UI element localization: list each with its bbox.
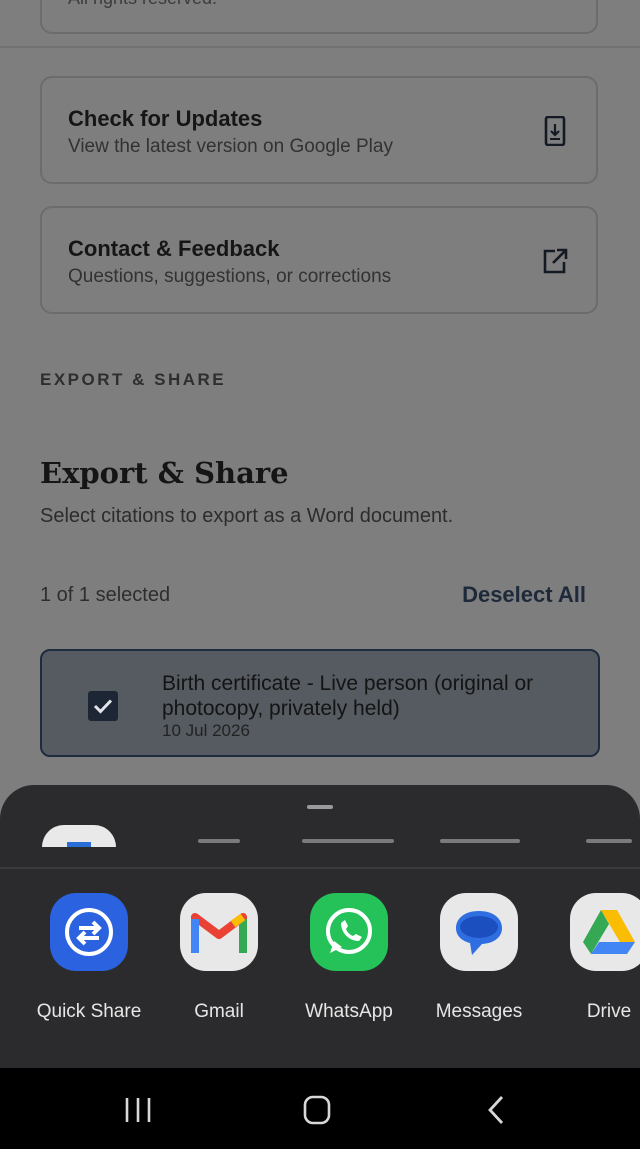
home-icon[interactable] [297, 1094, 337, 1126]
quick-share-icon [50, 893, 128, 971]
card-subtitle: View the latest version on Google Play [68, 136, 393, 157]
drive-icon [570, 893, 640, 971]
card-title: Contact & Feedback [68, 236, 280, 261]
share-app-label: WhatsApp [305, 1001, 393, 1022]
card-subtitle: Questions, suggestions, or corrections [68, 266, 392, 287]
citation-date: 10 Jul 2026 [162, 721, 250, 740]
card-title: Check for Updates [68, 106, 263, 131]
partial-label [302, 839, 394, 843]
share-app-label: Messages [435, 1001, 523, 1022]
partial-label [440, 839, 520, 843]
app-screen: All rights reserved. Check for Updates V… [0, 0, 640, 1149]
share-app-label: Quick Share [36, 1001, 142, 1022]
whatsapp-icon [310, 893, 388, 971]
share-app-label: Drive [586, 1001, 632, 1022]
deselect-all-button[interactable]: Deselect All [462, 582, 586, 608]
copyright-text: All rights reserved. [68, 0, 217, 9]
export-description: Select citations to export as a Word doc… [40, 505, 454, 527]
about-card: All rights reserved. [40, 0, 598, 34]
citation-checkbox[interactable] [88, 691, 118, 721]
citation-title: Birth certificate - Live person (origina… [162, 672, 534, 720]
citation-item[interactable]: Birth certificate - Live person (origina… [40, 649, 600, 757]
contact-feedback-card[interactable]: Contact & Feedback Questions, suggestion… [40, 206, 598, 314]
share-sheet: Quick Share Gmail WhatsApp Messages Driv… [0, 785, 640, 1075]
phone-download-icon [544, 116, 566, 146]
divider [0, 867, 640, 869]
direct-share-row [0, 821, 640, 847]
drag-handle[interactable] [307, 805, 333, 809]
selected-count: 1 of 1 selected [40, 584, 171, 606]
system-navigation-bar [0, 1068, 640, 1149]
recents-icon[interactable] [118, 1094, 158, 1126]
back-icon[interactable] [476, 1094, 516, 1126]
section-label: EXPORT & SHARE [40, 370, 227, 389]
partial-label [198, 839, 240, 843]
share-app-whatsapp[interactable]: WhatsApp [294, 893, 404, 1023]
page-title: Export & Share [40, 456, 289, 490]
check-updates-card[interactable]: Check for Updates View the latest versio… [40, 76, 598, 184]
share-app-gmail[interactable]: Gmail [164, 893, 274, 1023]
share-app-label: Gmail [194, 1001, 244, 1022]
share-app-quick-share[interactable]: Quick Share [34, 893, 144, 1023]
external-link-icon [543, 248, 568, 274]
partial-app-icon[interactable] [42, 825, 116, 847]
messages-icon [440, 893, 518, 971]
check-icon [93, 699, 113, 714]
share-app-messages[interactable]: Messages [424, 893, 534, 1023]
partial-label [586, 839, 632, 843]
gmail-icon [180, 893, 258, 971]
share-app-drive[interactable]: Drive [554, 893, 640, 1023]
divider [0, 46, 640, 48]
